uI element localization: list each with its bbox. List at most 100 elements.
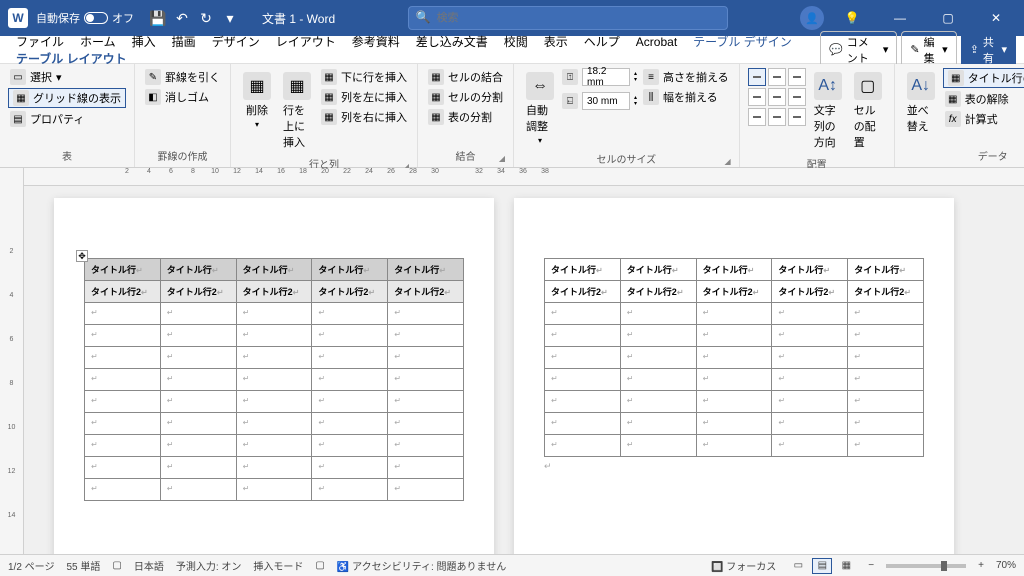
autofit-button[interactable]: ⇔自動調整▾ [522,68,558,149]
minimize-button[interactable]: — [880,4,920,32]
language[interactable]: 日本語 [134,558,164,573]
launcher-icon[interactable]: ◢ [725,157,731,166]
sort-icon: A↓ [907,72,935,100]
tab-3[interactable]: 描画 [164,31,204,53]
autofit-icon: ⇔ [526,72,554,100]
launcher-icon[interactable]: ◢ [499,154,505,163]
group-table: ▭選択 ▾ ▦グリッド線の表示 ▤プロパティ 表 [0,64,135,167]
pencil-icon: ✎ [145,69,161,85]
cell-margins-button[interactable]: ▢セルの配置 [850,68,886,154]
split-icon: ▦ [428,89,444,105]
group-label: 罫線の作成 [143,146,222,163]
save-icon[interactable]: 💾 [150,10,166,26]
alignment-grid[interactable] [748,68,806,126]
insert-mode[interactable]: 挿入モード [253,558,303,573]
print-layout-icon[interactable]: ▤ [812,558,832,574]
close-button[interactable]: ✕ [976,4,1016,32]
insert-right-button[interactable]: ▦列を右に挿入 [319,108,409,126]
help-icon[interactable]: 💡 [832,4,872,32]
autosave-toggle[interactable]: 自動保存 オフ [36,10,134,26]
page-2[interactable]: タイトル行↵タイトル行↵タイトル行↵タイトル行↵タイトル行↵タイトル行2↵タイト… [514,198,954,554]
tab-8[interactable]: 校閲 [496,31,536,53]
accessibility-status[interactable]: ♿ アクセシビリティ: 問題ありません [337,558,506,573]
toggle-icon [84,12,108,24]
tab-5[interactable]: レイアウト [268,31,344,53]
tab-6[interactable]: 参考資料 [344,31,408,53]
convert-button[interactable]: ▦表の解除 [943,90,1024,108]
insert-above-button[interactable]: ▦行を上に挿入 [279,68,315,154]
distribute-cols-button[interactable]: ⫼幅を揃える [641,88,731,106]
split-cells-button[interactable]: ▦セルの分割 [426,88,505,106]
edit-mode-button[interactable]: ✎ 編集 ▾ [901,31,956,69]
zoom-in-button[interactable]: + [978,560,984,571]
page-indicator[interactable]: 1/2 ページ [8,558,54,573]
group-label: 結合◢ [426,146,505,163]
group-draw: ✎罫線を引く ◧消しゴム 罫線の作成 [135,64,231,167]
word-logo-icon: W [8,8,28,28]
delete-button[interactable]: ▦削除▾ [239,68,275,133]
group-alignment: A↕文字列の方向 ▢セルの配置 配置 [740,64,895,167]
text-direction-button[interactable]: A↕文字列の方向 [810,68,846,154]
predict-input[interactable]: 予測入力: オン [176,558,242,573]
group-cell-size: ⇔自動調整▾ ⍐18.2 mm▴▾ ⍇30 mm▴▾ ≡高さを揃える ⫼幅を揃え… [514,64,740,167]
eraser-button[interactable]: ◧消しゴム [143,88,222,106]
read-mode-icon[interactable]: ▭ [788,558,808,574]
word-count[interactable]: 55 単語 [66,558,100,573]
redo-icon[interactable]: ↻ [198,10,214,26]
horizontal-ruler[interactable]: 2468101214161820222426283032343638 [24,168,1024,186]
search-icon: 🔍 [416,10,431,24]
document-table-1[interactable]: タイトル行↵タイトル行↵タイトル行↵タイトル行↵タイトル行↵タイトル行2↵タイト… [84,258,464,501]
share-button[interactable]: ⇪ 共有 ▾ [961,31,1016,69]
spell-check-icon[interactable]: ▢ [112,560,121,571]
status-bar: 1/2 ページ 55 単語 ▢ 日本語 予測入力: オン 挿入モード ▢ ♿ ア… [0,554,1024,576]
document-area[interactable]: ✥ タイトル行↵タイトル行↵タイトル行↵タイトル行↵タイトル行↵タイトル行2↵タ… [24,186,1024,554]
autosave-state: オフ [112,10,134,26]
tab-10[interactable]: ヘルプ [576,31,628,53]
width-icon: ⍇ [562,93,578,109]
insert-below-button[interactable]: ▦下に行を挿入 [319,68,409,86]
properties-button[interactable]: ▤プロパティ [8,110,126,128]
macro-icon[interactable]: ▢ [315,560,324,571]
tab-9[interactable]: 表示 [536,31,576,53]
tab-7[interactable]: 差し込み文書 [408,31,496,53]
grid-icon: ▦ [13,90,29,106]
col-width-input[interactable]: 30 mm [582,92,630,110]
focus-mode[interactable]: 🔲 フォーカス [711,558,776,573]
distribute-rows-button[interactable]: ≡高さを揃える [641,68,731,86]
tab-4[interactable]: デザイン [204,31,268,53]
group-label: セルのサイズ◢ [522,149,731,166]
table-move-handle-icon[interactable]: ✥ [76,250,88,262]
comments-button[interactable]: 💬 コメント ▾ [820,31,897,69]
repeat-header-button[interactable]: ▦タイトル行の繰り返し [943,68,1024,88]
zoom-level[interactable]: 70% [996,560,1016,571]
draw-border-button[interactable]: ✎罫線を引く [143,68,222,86]
search-input[interactable] [408,6,728,30]
merge-icon: ▦ [428,69,444,85]
tab-11[interactable]: Acrobat [628,31,685,53]
qat-dropdown-icon[interactable]: ▾ [222,10,238,26]
account-avatar-icon[interactable]: 👤 [800,6,824,30]
formula-button[interactable]: fx計算式 [943,110,1024,128]
view-gridlines-button[interactable]: ▦グリッド線の表示 [8,88,126,108]
row-height-input[interactable]: 18.2 mm [582,68,630,86]
insert-below-icon: ▦ [321,69,337,85]
workspace: 2468101214161820 24681012141618202224262… [0,168,1024,554]
tab-12[interactable]: テーブル デザイン [685,31,800,53]
maximize-button[interactable]: ▢ [928,4,968,32]
zoom-slider[interactable] [886,564,966,568]
web-layout-icon[interactable]: ▦ [836,558,856,574]
page-1[interactable]: ✥ タイトル行↵タイトル行↵タイトル行↵タイトル行↵タイトル行↵タイトル行2↵タ… [54,198,494,554]
repeat-icon: ▦ [948,70,964,86]
vertical-ruler[interactable]: 2468101214161820 [0,168,24,554]
merge-cells-button[interactable]: ▦セルの結合 [426,68,505,86]
zoom-out-button[interactable]: − [868,560,874,571]
document-title: 文書 1 - Word [262,10,335,27]
undo-icon[interactable]: ↶ [174,10,190,26]
split-table-button[interactable]: ▦表の分割 [426,108,505,126]
delete-icon: ▦ [243,72,271,100]
ribbon: ▭選択 ▾ ▦グリッド線の表示 ▤プロパティ 表 ✎罫線を引く ◧消しゴム 罫線… [0,64,1024,168]
document-table-2[interactable]: タイトル行↵タイトル行↵タイトル行↵タイトル行↵タイトル行↵タイトル行2↵タイト… [544,258,924,457]
sort-button[interactable]: A↓並べ替え [903,68,939,138]
insert-left-button[interactable]: ▦列を左に挿入 [319,88,409,106]
select-button[interactable]: ▭選択 ▾ [8,68,126,86]
